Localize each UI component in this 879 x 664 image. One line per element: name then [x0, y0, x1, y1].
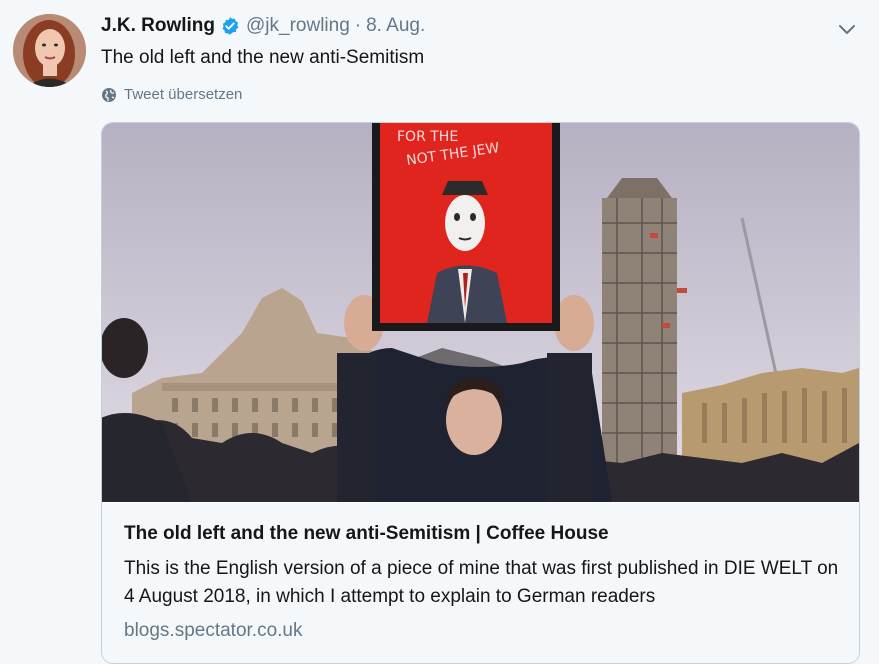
author-handle[interactable]: @jk_rowling	[246, 15, 350, 37]
sign-text-line1: FOR THE	[397, 129, 458, 145]
tweet[interactable]: J.K. Rowling @jk_rowling · 8. Aug. The o…	[0, 0, 879, 664]
chevron-down-icon[interactable]	[836, 18, 858, 40]
card-image: FOR THE NOT THE JEW	[102, 123, 859, 502]
translate-label: Tweet übersetzen	[124, 86, 243, 103]
link-card[interactable]: FOR THE NOT THE JEW The old left and the…	[101, 122, 860, 664]
card-description: This is the English version of a piece o…	[124, 558, 839, 607]
globe-icon	[101, 87, 117, 103]
translate-tweet-link[interactable]: Tweet übersetzen	[101, 86, 242, 103]
tweet-date[interactable]: 8. Aug.	[366, 15, 425, 37]
card-title[interactable]: The old left and the new anti-Semitism |…	[124, 523, 609, 545]
avatar[interactable]	[13, 14, 86, 87]
tweet-header: J.K. Rowling @jk_rowling · 8. Aug.	[101, 12, 425, 40]
author-name[interactable]: J.K. Rowling	[101, 15, 215, 37]
verified-badge-icon	[220, 16, 240, 36]
separator-dot: ·	[354, 15, 362, 36]
card-domain[interactable]: blogs.spectator.co.uk	[124, 620, 303, 642]
card-body[interactable]: The old left and the new anti-Semitism |…	[102, 503, 859, 663]
tweet-text: The old left and the new anti-Semitism	[101, 47, 425, 68]
